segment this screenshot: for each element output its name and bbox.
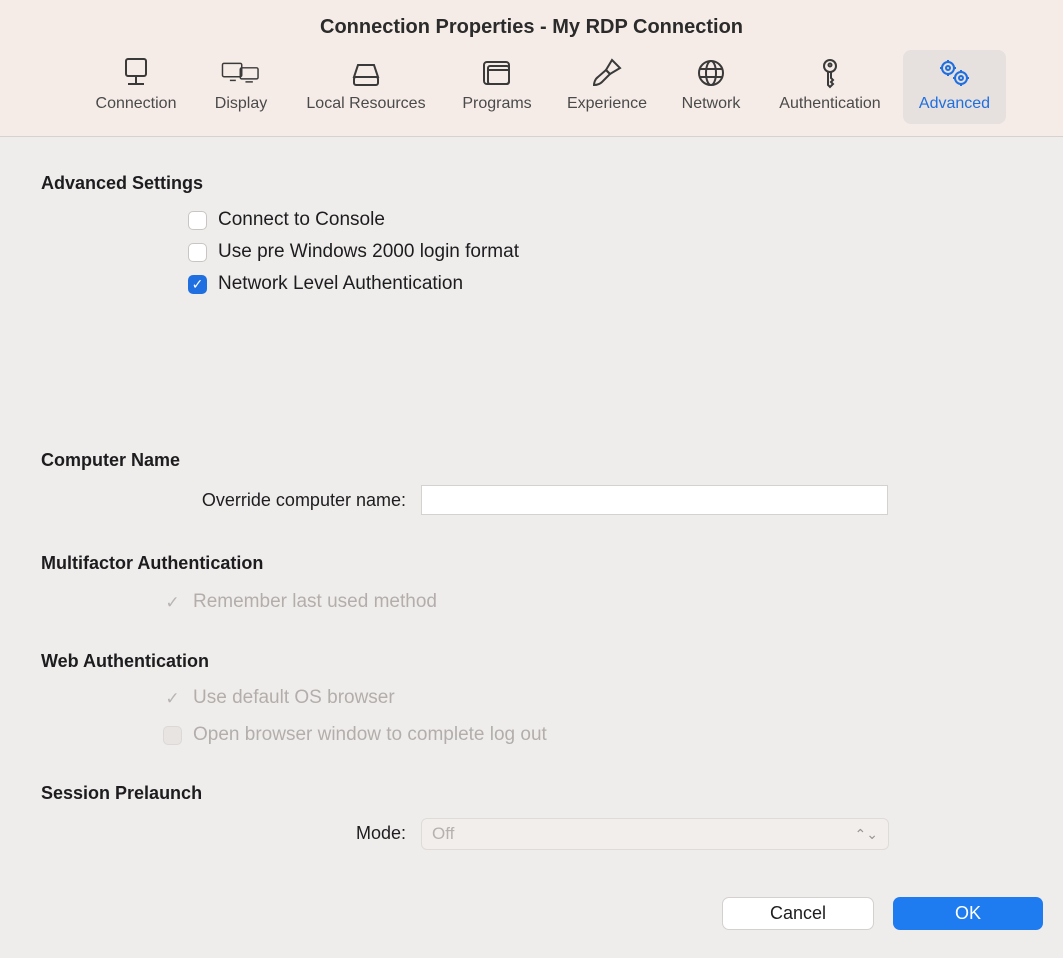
checkbox-label: Remember last used method [193, 591, 437, 612]
mode-label: Mode: [355, 823, 406, 843]
gears-icon [935, 56, 975, 90]
use-default-browser-checkbox[interactable]: ✓ Use default OS browser [163, 687, 395, 709]
override-computer-name-input[interactable] [421, 485, 888, 515]
checkbox-unchecked[interactable] [188, 242, 207, 262]
advanced-settings-heading: Advanced Settings [41, 173, 204, 193]
window-icon [477, 56, 517, 90]
connect-to-console-checkbox[interactable]: Connect to Console [188, 209, 385, 231]
tab-label: Experience [566, 95, 648, 112]
checkbox-unchecked[interactable] [163, 725, 182, 745]
tab-label: Connection [95, 95, 177, 112]
brush-icon [587, 56, 627, 90]
displays-icon [221, 56, 261, 90]
session-prelaunch-heading: Session Prelaunch [41, 783, 203, 803]
tab-advanced[interactable]: Advanced [903, 50, 1006, 124]
preferences-toolbar: Connection Display Local Resources Progr… [0, 50, 1063, 128]
key-icon [810, 56, 850, 90]
tab-display[interactable]: Display [205, 50, 277, 124]
checkbox-label: Network Level Authentication [218, 273, 464, 294]
mode-select[interactable]: Off ⌃⌄ [421, 818, 889, 850]
override-computer-name-label: Override computer name: [201, 490, 406, 510]
multifactor-authentication-heading: Multifactor Authentication [41, 553, 264, 573]
tab-label: Advanced [918, 95, 991, 112]
checkbox-label: Use default OS browser [193, 687, 395, 708]
checkmark-icon[interactable]: ✓ [163, 593, 182, 612]
window-title: Connection Properties - My RDP Connectio… [320, 16, 743, 38]
cancel-button[interactable]: Cancel [722, 897, 874, 930]
mode-selected-value: Off [432, 824, 455, 843]
monitor-icon [116, 56, 156, 90]
pre-windows-2000-checkbox[interactable]: Use pre Windows 2000 login format [188, 241, 519, 263]
globe-icon [691, 56, 731, 90]
web-authentication-heading: Web Authentication [41, 651, 209, 671]
tab-label: Display [214, 95, 268, 112]
checkmark-icon[interactable]: ✓ [188, 274, 207, 294]
tab-connection[interactable]: Connection [84, 50, 188, 124]
tab-label: Local Resources [306, 95, 426, 112]
tab-local-resources[interactable]: Local Resources [292, 50, 440, 124]
tab-label: Programs [462, 95, 532, 112]
tab-programs[interactable]: Programs [452, 50, 542, 124]
checkmark-icon[interactable]: ✓ [163, 689, 182, 708]
checkbox-label: Open browser window to complete log out [193, 724, 547, 745]
connection-properties-window: Connection Properties - My RDP Connectio… [0, 0, 1063, 958]
title-bar: Connection Properties - My RDP Connectio… [0, 0, 1063, 137]
tab-label: Network [681, 95, 741, 112]
computer-name-heading: Computer Name [41, 450, 181, 470]
tab-authentication[interactable]: Authentication [764, 50, 896, 124]
open-browser-logout-checkbox[interactable]: Open browser window to complete log out [163, 724, 547, 746]
drive-icon [346, 56, 386, 90]
checkbox-label: Use pre Windows 2000 login format [218, 241, 519, 262]
ok-button[interactable]: OK [893, 897, 1043, 930]
network-level-authentication-checkbox[interactable]: ✓ Network Level Authentication [188, 273, 463, 295]
tab-experience[interactable]: Experience [554, 50, 660, 124]
checkbox-label: Connect to Console [218, 209, 385, 230]
chevron-up-down-icon: ⌃⌄ [854, 825, 878, 842]
tab-network[interactable]: Network [671, 50, 751, 124]
remember-last-method-checkbox[interactable]: ✓ Remember last used method [163, 591, 437, 613]
tab-label: Authentication [779, 95, 881, 112]
checkbox-unchecked[interactable] [188, 210, 207, 230]
